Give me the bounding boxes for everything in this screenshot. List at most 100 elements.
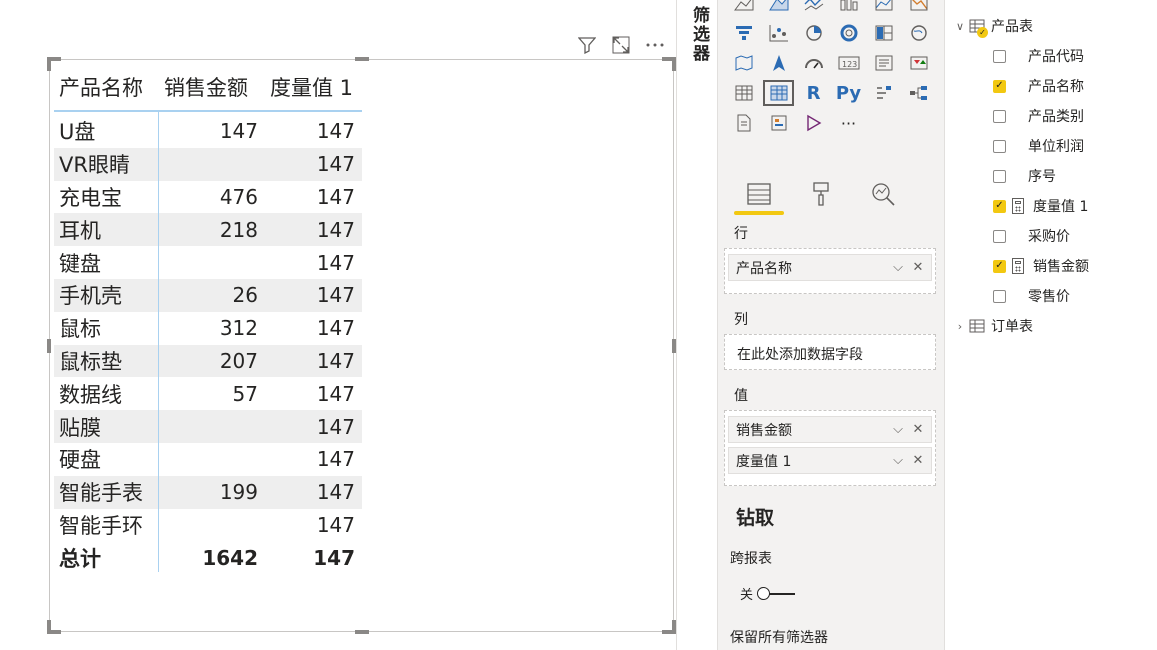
format-tab-icon[interactable]: [796, 176, 846, 212]
shape-map-icon[interactable]: [726, 48, 761, 78]
table-row[interactable]: 智能手表 199 147: [54, 475, 362, 509]
chevron-right-icon[interactable]: ›: [953, 320, 967, 333]
values-field-pill-measure[interactable]: 度量值 1 ⌵ ✕: [728, 447, 932, 474]
more-icon[interactable]: ···: [831, 108, 866, 138]
toggle-knob[interactable]: [757, 586, 771, 600]
field-name: 零售价: [1028, 289, 1070, 305]
values-field-pill-sales[interactable]: 销售金额 ⌵ ✕: [728, 416, 932, 443]
card-icon[interactable]: 123: [831, 48, 866, 78]
values-well[interactable]: 销售金额 ⌵ ✕ 度量值 1 ⌵ ✕: [724, 410, 936, 486]
field-checkbox[interactable]: [993, 259, 1006, 273]
field-item[interactable]: 零售价: [993, 282, 1070, 310]
power-apps-icon[interactable]: [796, 108, 831, 138]
table-icon[interactable]: [726, 78, 761, 108]
treemap-icon[interactable]: [866, 18, 901, 48]
key-influencers-icon[interactable]: [866, 78, 901, 108]
field-item[interactable]: 产品类别: [993, 102, 1084, 130]
area-chart-icon[interactable]: [726, 0, 761, 18]
rows-well[interactable]: 产品名称 ⌵ ✕: [724, 248, 936, 294]
field-checkbox[interactable]: [993, 169, 1006, 183]
row-measure-value: 147: [316, 447, 355, 472]
field-item[interactable]: 采购价: [993, 222, 1070, 250]
field-name: 产品代码: [1028, 49, 1084, 65]
table-row[interactable]: 智能手环 147: [54, 509, 362, 542]
resize-handle[interactable]: [47, 57, 51, 71]
scatter-icon[interactable]: [761, 18, 796, 48]
field-checkbox[interactable]: [993, 79, 1006, 93]
table-row[interactable]: 硬盘 147: [54, 443, 362, 476]
azure-map-icon[interactable]: [761, 48, 796, 78]
line-clustered-icon[interactable]: [796, 0, 831, 18]
remove-field-icon[interactable]: ✕: [911, 258, 925, 276]
field-item[interactable]: 序号: [993, 162, 1056, 190]
table-row[interactable]: 数据线 57 147: [54, 377, 362, 410]
donut-icon[interactable]: [831, 18, 866, 48]
rows-field-pill[interactable]: 产品名称 ⌵ ✕: [728, 254, 932, 281]
table-row[interactable]: 贴膜 147: [54, 410, 362, 443]
column-header-product[interactable]: 产品名称: [54, 72, 158, 102]
field-checkbox[interactable]: [993, 139, 1006, 153]
funnel-icon[interactable]: [726, 18, 761, 48]
r-visual-label: R: [806, 82, 821, 104]
paginated-icon[interactable]: [761, 108, 796, 138]
focus-mode-icon[interactable]: [610, 34, 632, 56]
smart-narrative-icon[interactable]: [726, 108, 761, 138]
resize-handle[interactable]: [47, 620, 51, 634]
matrix-icon[interactable]: [761, 78, 796, 108]
table-row[interactable]: 充电宝 476 147: [54, 181, 362, 214]
multi-row-card-icon[interactable]: [866, 48, 901, 78]
chevron-down-icon[interactable]: ⌵: [891, 451, 905, 469]
filter-icon[interactable]: [576, 34, 598, 56]
field-item[interactable]: 销售金额: [993, 252, 1089, 280]
resize-handle[interactable]: [355, 57, 369, 61]
decomposition-tree-icon[interactable]: [901, 78, 936, 108]
python-icon[interactable]: Py: [831, 78, 866, 108]
table-node-product[interactable]: ∨ ✓ 产品表: [953, 12, 1033, 40]
resize-handle[interactable]: [355, 630, 369, 634]
field-item[interactable]: 度量值 1: [993, 192, 1088, 220]
column-header-measure[interactable]: 度量值 1: [264, 72, 362, 102]
ribbon-icon[interactable]: [831, 0, 866, 18]
table-row[interactable]: VR眼睛 147: [54, 147, 362, 181]
fields-tab-icon[interactable]: [734, 176, 784, 215]
chevron-down-icon[interactable]: ⌵: [891, 258, 905, 276]
chevron-down-icon[interactable]: ∨: [953, 20, 967, 33]
filters-pane-label[interactable]: 筛选器: [687, 6, 712, 63]
chevron-down-icon[interactable]: ⌵: [891, 420, 905, 438]
pie-icon[interactable]: [796, 18, 831, 48]
table-node-order[interactable]: › 订单表: [953, 312, 1033, 340]
cross-report-toggle[interactable]: 关: [740, 584, 796, 603]
columns-well[interactable]: 在此处添加数据字段: [724, 334, 936, 370]
total-row: 总计 1642 147: [54, 541, 362, 575]
table-row[interactable]: U盘 147 147: [54, 115, 362, 148]
field-item[interactable]: 产品名称: [993, 72, 1084, 100]
waterfall-icon[interactable]: [866, 0, 901, 18]
funnel-icon[interactable]: [901, 0, 936, 18]
field-checkbox[interactable]: [993, 109, 1006, 123]
matrix-table[interactable]: 产品名称 销售金额 度量值 1 U盘 147 147 VR眼睛 147 充电宝 476 147…: [54, 63, 362, 575]
remove-field-icon[interactable]: ✕: [911, 451, 925, 469]
field-checkbox[interactable]: [993, 229, 1006, 243]
table-row[interactable]: 键盘 147: [54, 246, 362, 279]
table-row[interactable]: 鼠标 312 147: [54, 312, 362, 345]
remove-field-icon[interactable]: ✕: [911, 420, 925, 438]
table-row[interactable]: 手机壳 26 147: [54, 278, 362, 312]
resize-handle[interactable]: [47, 339, 51, 353]
r-visual-icon[interactable]: R: [796, 78, 831, 108]
stacked-area-icon[interactable]: [761, 0, 796, 18]
kpi-icon[interactable]: [901, 48, 936, 78]
gauge-icon[interactable]: [796, 48, 831, 78]
column-header-sales[interactable]: 销售金额: [158, 72, 264, 102]
field-checkbox[interactable]: [993, 289, 1006, 303]
table-row[interactable]: 鼠标垫 207 147: [54, 344, 362, 378]
analytics-tab-icon[interactable]: [858, 176, 908, 212]
more-options-icon[interactable]: [644, 34, 666, 56]
table-row[interactable]: 耳机 218 147: [54, 213, 362, 247]
filters-pane-collapsed[interactable]: 筛选器: [676, 0, 718, 650]
toggle-track[interactable]: [757, 586, 796, 600]
field-item[interactable]: 单位利润: [993, 132, 1084, 160]
field-checkbox[interactable]: [993, 199, 1006, 213]
field-item[interactable]: 产品代码: [993, 42, 1084, 70]
globe-icon[interactable]: [901, 18, 936, 48]
field-checkbox[interactable]: [993, 49, 1006, 63]
